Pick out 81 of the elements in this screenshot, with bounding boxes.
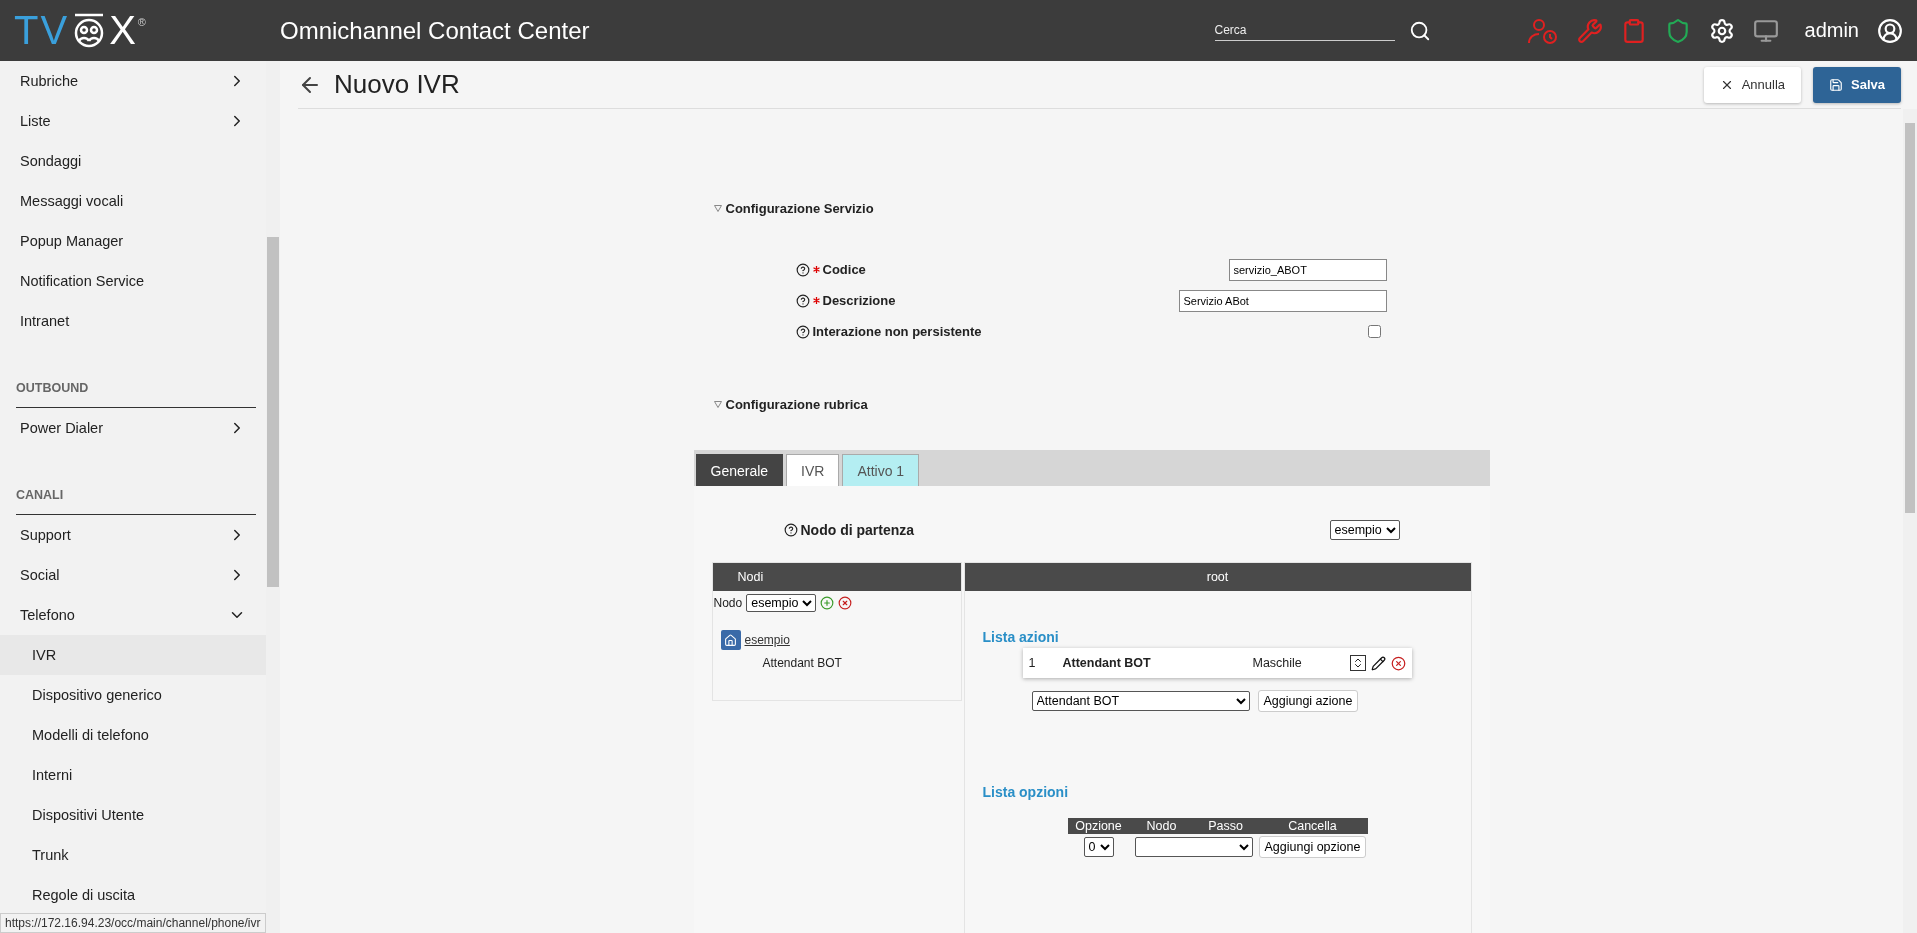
node-child[interactable]: Attendant BOT [712,650,961,700]
sidebar-subitem[interactable]: Dispositivo generico [0,675,266,715]
sidebar-item[interactable]: Rubriche [0,61,266,101]
edit-icon[interactable] [1370,655,1386,671]
column-header: Opzione [1074,819,1123,833]
checkbox[interactable] [1367,325,1381,338]
panel-header: Nodi [712,563,961,591]
column-header: Nodo [1145,819,1178,833]
required-icon [812,266,820,273]
node-select[interactable] [1134,837,1253,857]
user-name[interactable]: admin [1804,19,1859,42]
required-icon [812,297,820,304]
list-title: Lista opzioni [981,783,1070,800]
user-icon[interactable] [1877,17,1903,44]
triangle-icon [713,205,722,212]
sidebar-subitem[interactable]: Dispositivi Utente [0,795,266,835]
sidebar-item[interactable]: Liste [0,101,266,141]
section-title[interactable]: Configurazione Servizio [693,201,1490,216]
sidebar-item[interactable]: Messaggi vocali [0,181,266,221]
start-node-select[interactable]: esempio [1329,520,1400,540]
help-icon [783,523,798,537]
help-icon [795,262,810,277]
tab[interactable]: IVR [786,454,840,486]
sidebar-subitem[interactable]: Regole di uscita [0,875,266,915]
help-icon [795,324,810,339]
save-icon [1829,77,1843,92]
reorder-icon[interactable] [1349,655,1366,671]
field-label: Codice [795,262,866,277]
search-field[interactable]: Cerca [1214,20,1395,41]
sidebar-item[interactable]: Telefono [0,595,266,635]
delete-icon[interactable] [1390,655,1406,671]
sidebar-subitem[interactable]: Trunk [0,835,266,875]
logo: TV X® [14,8,149,53]
tab[interactable]: Generale [695,454,784,486]
settings-icon[interactable] [1708,17,1735,44]
action-voice: Maschile [1252,656,1303,670]
page-title: Nuovo IVR [334,69,461,100]
section-title[interactable]: Configurazione rubrica [693,397,1490,412]
delete-icon[interactable] [838,596,853,610]
add-action-button[interactable]: Aggiungi azione [1257,690,1359,712]
node-select[interactable]: esempio [746,594,817,612]
action-select[interactable]: Attendant BOT [1031,691,1250,711]
section-header: OUTBOUND [16,381,256,408]
text-field[interactable]: Servizio ABot [1178,289,1387,312]
column-header: Passo [1207,819,1244,833]
action-index: 1 [1028,656,1037,670]
field-label: Descrizione [795,293,896,308]
add-icon[interactable] [820,596,835,610]
tab[interactable]: Attivo 1 [842,454,920,486]
sidebar-item[interactable]: Notification Service [0,261,266,301]
sidebar-subitem[interactable]: Modelli di telefono [0,715,266,755]
search-icon[interactable] [1408,19,1431,42]
field-label: Nodo di partenza [783,522,915,538]
sidebar-item[interactable]: Sondaggi [0,141,266,181]
scrollbar-thumb[interactable] [1905,123,1915,513]
sidebar-item[interactable]: Popup Manager [0,221,266,261]
save-button[interactable]: Salva [1813,66,1901,103]
help-icon [795,293,810,308]
triangle-icon [713,401,722,408]
sidebar-item[interactable]: Support [0,515,266,555]
field-label: Interazione non persistente [795,324,982,339]
sidebar-item[interactable]: Social [0,555,266,595]
sidebar-item[interactable]: Intranet [0,301,266,341]
column-header: Cancella [1287,819,1338,833]
cancel-button[interactable]: Annulla [1703,66,1801,103]
scrollbar-thumb[interactable] [267,237,279,587]
add-option-button[interactable]: Aggiungi opzione [1258,836,1367,858]
sidebar-subitem[interactable]: IVR [0,635,266,675]
list-title: Lista azioni [981,628,1060,645]
option-select[interactable]: 0 [1083,837,1114,857]
node-label: Nodo [713,596,743,610]
sidebar-subitem[interactable]: Interni [0,755,266,795]
panel-header: root [964,563,1471,591]
app-title: Omnichannel Contact Center [280,16,591,45]
sidebar-item[interactable]: Power Dialer [0,408,266,448]
action-name: Attendant BOT [1062,656,1152,670]
monitor-icon[interactable] [1752,17,1779,44]
node-link[interactable]: esempio [744,633,790,647]
text-field[interactable]: servizio_ABOT [1228,258,1387,281]
section-header: CANALI [16,488,256,515]
home-icon [720,630,741,650]
